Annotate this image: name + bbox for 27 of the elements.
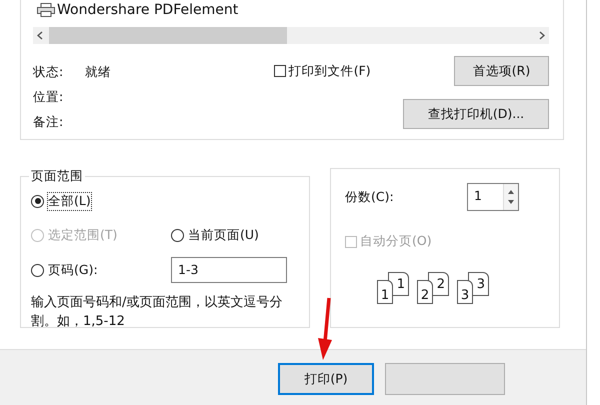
scrollbar-thumb[interactable] bbox=[49, 27, 287, 44]
dialog-button[interactable]: 首选项(R) bbox=[454, 56, 549, 86]
radio-button[interactable] bbox=[31, 194, 44, 208]
scroll-left-icon[interactable] bbox=[37, 31, 43, 40]
printer-name[interactable]: Wondershare PDFelement bbox=[57, 2, 238, 18]
horizontal-scrollbar[interactable] bbox=[33, 27, 549, 44]
printer-icon bbox=[37, 3, 55, 17]
dialog-button[interactable]: 查找打印机(D)... bbox=[403, 99, 549, 129]
field-label: 备注: bbox=[33, 114, 64, 131]
radio-button[interactable] bbox=[171, 228, 184, 242]
printer-list[interactable]: Wondershare PDFelement bbox=[33, 0, 549, 44]
field-value: 就绪 bbox=[85, 64, 111, 81]
radio-label[interactable]: 全部(L) bbox=[48, 192, 91, 210]
print-button[interactable]: 打印(P) bbox=[278, 363, 374, 395]
radio-button[interactable] bbox=[31, 264, 44, 276]
copies-label: 份数(C): bbox=[345, 188, 394, 206]
page-number-field[interactable]: 1-3 bbox=[171, 257, 287, 283]
checkbox-label[interactable]: 打印到文件(F) bbox=[288, 62, 371, 80]
scroll-right-icon[interactable] bbox=[539, 31, 545, 40]
radio-label[interactable]: 当前页面(U) bbox=[188, 226, 259, 244]
group-title: 页面范围 bbox=[30, 168, 84, 185]
radio-label[interactable]: 页码(G): bbox=[48, 262, 98, 278]
checkbox[interactable] bbox=[274, 65, 286, 77]
copies-spinner[interactable]: 1 bbox=[467, 183, 519, 211]
field-label: 位置: bbox=[33, 89, 64, 106]
hint-text: 输入页面号码和/或页面范围，以英文逗号分割。如，1,5-12 bbox=[31, 294, 284, 331]
field-label: 状态: bbox=[33, 64, 64, 81]
